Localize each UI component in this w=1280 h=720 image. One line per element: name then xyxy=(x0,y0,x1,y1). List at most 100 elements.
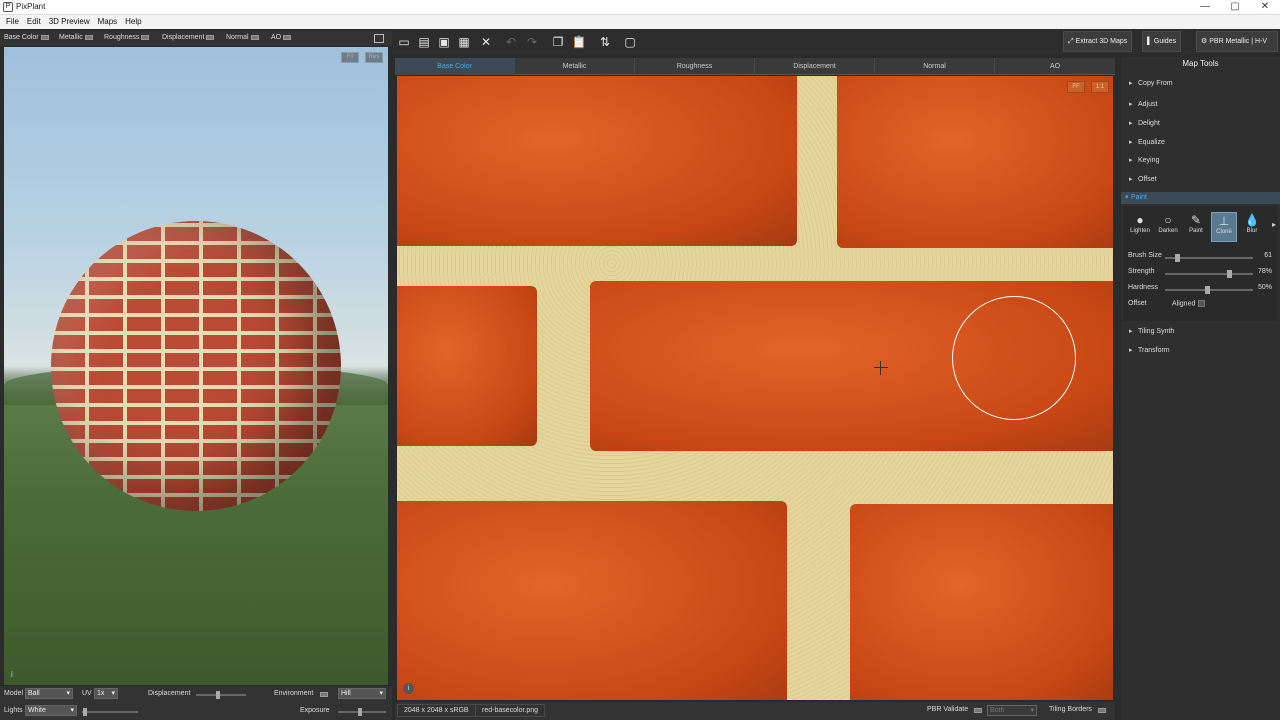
environment-toggle-icon[interactable] xyxy=(320,692,328,697)
tool-clone[interactable]: ⊥ Clone xyxy=(1211,212,1237,242)
paste-icon[interactable]: 📋 xyxy=(571,34,587,50)
info-icon[interactable]: i xyxy=(11,670,13,679)
fit-button[interactable]: Fit xyxy=(341,52,359,63)
menu-maps[interactable]: Maps xyxy=(94,15,122,26)
section-tiling-synth[interactable]: ▸ Tiling Synth xyxy=(1129,327,1174,335)
slider-knob[interactable] xyxy=(83,708,87,716)
ff-button[interactable]: FF xyxy=(1067,81,1085,93)
hardness-value: 50% xyxy=(1257,284,1272,291)
section-label: Offset xyxy=(1138,176,1157,183)
displacement-slider[interactable] xyxy=(196,691,246,699)
maximize-button[interactable]: ▢ xyxy=(1220,0,1250,15)
aligned-checkbox[interactable]: Aligned xyxy=(1172,300,1206,307)
environment-select[interactable]: Hill xyxy=(338,688,386,699)
slider-knob[interactable] xyxy=(216,691,220,699)
exposure-label: Exposure xyxy=(300,707,330,714)
channel-label: AO xyxy=(271,34,282,41)
strength-slider[interactable] xyxy=(1165,270,1253,278)
toggle-icon xyxy=(84,34,93,40)
model-label: Model xyxy=(4,690,24,697)
tab-base-color[interactable]: Base Color xyxy=(395,58,515,75)
caret-right-icon: ▸ xyxy=(1129,328,1133,335)
slider-knob[interactable] xyxy=(1175,254,1180,262)
menu-3d-preview[interactable]: 3D Preview xyxy=(45,15,94,26)
section-delight[interactable]: ▸ Delight xyxy=(1129,119,1160,127)
tool-label: Darken xyxy=(1158,228,1178,234)
pbr-label: PBR Metallic | H-V xyxy=(1209,38,1268,45)
scroll-right-icon[interactable]: ▸ xyxy=(1272,220,1276,229)
section-label: Paint xyxy=(1131,194,1147,201)
book-icon: ▌ xyxy=(1147,38,1154,45)
section-transform[interactable]: ▸ Transform xyxy=(1129,346,1170,354)
uv-select[interactable]: 1x xyxy=(94,688,118,699)
close-icon[interactable]: ✕ xyxy=(478,34,494,50)
open-icon[interactable]: ▤ xyxy=(416,34,432,50)
detach-preview-icon[interactable] xyxy=(374,34,384,43)
channel-toggle-base-color[interactable]: Base Color xyxy=(4,34,49,41)
3d-preview-viewport[interactable]: Fit Res i xyxy=(4,47,388,685)
caret-right-icon: ▸ xyxy=(1129,120,1133,127)
section-label: Copy From xyxy=(1138,80,1173,87)
tool-lighten[interactable]: ● Lighten xyxy=(1127,212,1153,242)
tiling-borders-toggle-icon[interactable] xyxy=(1098,708,1106,713)
res-button[interactable]: Res xyxy=(365,52,383,63)
channel-label: Metallic xyxy=(59,34,83,41)
channel-toggle-displacement[interactable]: Displacement xyxy=(162,34,215,41)
guides-button[interactable]: ▌ Guides xyxy=(1142,31,1182,52)
tool-blur[interactable]: 💧 Blur xyxy=(1239,212,1265,242)
undo-icon[interactable]: ↶ xyxy=(503,34,519,50)
section-keying[interactable]: ▸ Keying xyxy=(1129,156,1159,164)
brush-size-slider[interactable] xyxy=(1165,254,1253,262)
tab-roughness[interactable]: Roughness xyxy=(635,58,755,75)
channel-toggle-ao[interactable]: AO xyxy=(271,34,292,41)
tool-label: Clone xyxy=(1216,229,1232,235)
close-window-button[interactable]: ✕ xyxy=(1250,0,1280,15)
clone-source-crosshair-icon[interactable] xyxy=(874,361,888,375)
tool-darken[interactable]: ○ Darken xyxy=(1155,212,1181,242)
hardness-slider[interactable] xyxy=(1165,286,1253,294)
save-icon[interactable]: ▣ xyxy=(436,34,452,50)
section-adjust[interactable]: ▸ Adjust xyxy=(1129,100,1157,108)
exposure-slider[interactable] xyxy=(338,708,386,716)
extract-3d-maps-button[interactable]: ⤢ Extract 3D Maps xyxy=(1063,31,1133,52)
tool-paint[interactable]: ✎ Paint xyxy=(1183,212,1209,242)
tab-ao[interactable]: AO xyxy=(995,58,1115,75)
channel-toggle-roughness[interactable]: Roughness xyxy=(104,34,150,41)
section-offset[interactable]: ▸ Offset xyxy=(1129,175,1157,183)
section-equalize[interactable]: ▸ Equalize xyxy=(1129,138,1165,146)
menu-file[interactable]: File xyxy=(0,15,23,26)
lights-select[interactable]: White xyxy=(25,705,77,716)
copy-icon[interactable]: ❐ xyxy=(550,34,566,50)
swap-icon[interactable]: ⇅ xyxy=(597,34,613,50)
save-as-icon[interactable]: ▦ xyxy=(456,34,472,50)
texture-canvas[interactable]: FF 1:1 i xyxy=(397,76,1113,700)
comment-icon[interactable]: ▢ xyxy=(622,34,638,50)
new-icon[interactable]: ▭ xyxy=(396,34,412,50)
lights-slider[interactable] xyxy=(82,708,138,716)
menu-edit[interactable]: Edit xyxy=(23,15,45,26)
section-copy-from[interactable]: ▸ Copy From xyxy=(1129,79,1173,87)
redo-icon[interactable]: ↷ xyxy=(524,34,540,50)
section-paint[interactable]: ▾ Paint xyxy=(1121,192,1280,204)
slider-knob[interactable] xyxy=(1227,270,1232,278)
tab-normal[interactable]: Normal xyxy=(875,58,995,75)
channel-toggle-normal[interactable]: Normal xyxy=(226,34,259,41)
menu-help[interactable]: Help xyxy=(121,15,145,26)
slider-knob[interactable] xyxy=(358,708,362,716)
brick xyxy=(397,76,797,246)
tab-displacement[interactable]: Displacement xyxy=(755,58,875,75)
pbr-validate-select[interactable]: Both xyxy=(987,705,1037,716)
brush-size-label: Brush Size xyxy=(1128,252,1162,259)
slider-knob[interactable] xyxy=(1205,286,1210,294)
map-tabs: Base Color Metallic Roughness Displaceme… xyxy=(395,58,1115,75)
toggle-icon xyxy=(206,34,215,40)
zoom-1to1-button[interactable]: 1:1 xyxy=(1091,81,1109,93)
model-select[interactable]: Ball xyxy=(25,688,73,699)
tab-metallic[interactable]: Metallic xyxy=(515,58,635,75)
pbr-mode-button[interactable]: ⚙ PBR Metallic | H-V xyxy=(1196,31,1278,52)
info-icon[interactable]: i xyxy=(403,683,414,694)
brick-sphere-model[interactable] xyxy=(51,221,341,511)
pbr-validate-toggle-icon[interactable] xyxy=(974,708,982,713)
channel-toggle-metallic[interactable]: Metallic xyxy=(59,34,93,41)
minimize-button[interactable]: — xyxy=(1190,0,1220,15)
